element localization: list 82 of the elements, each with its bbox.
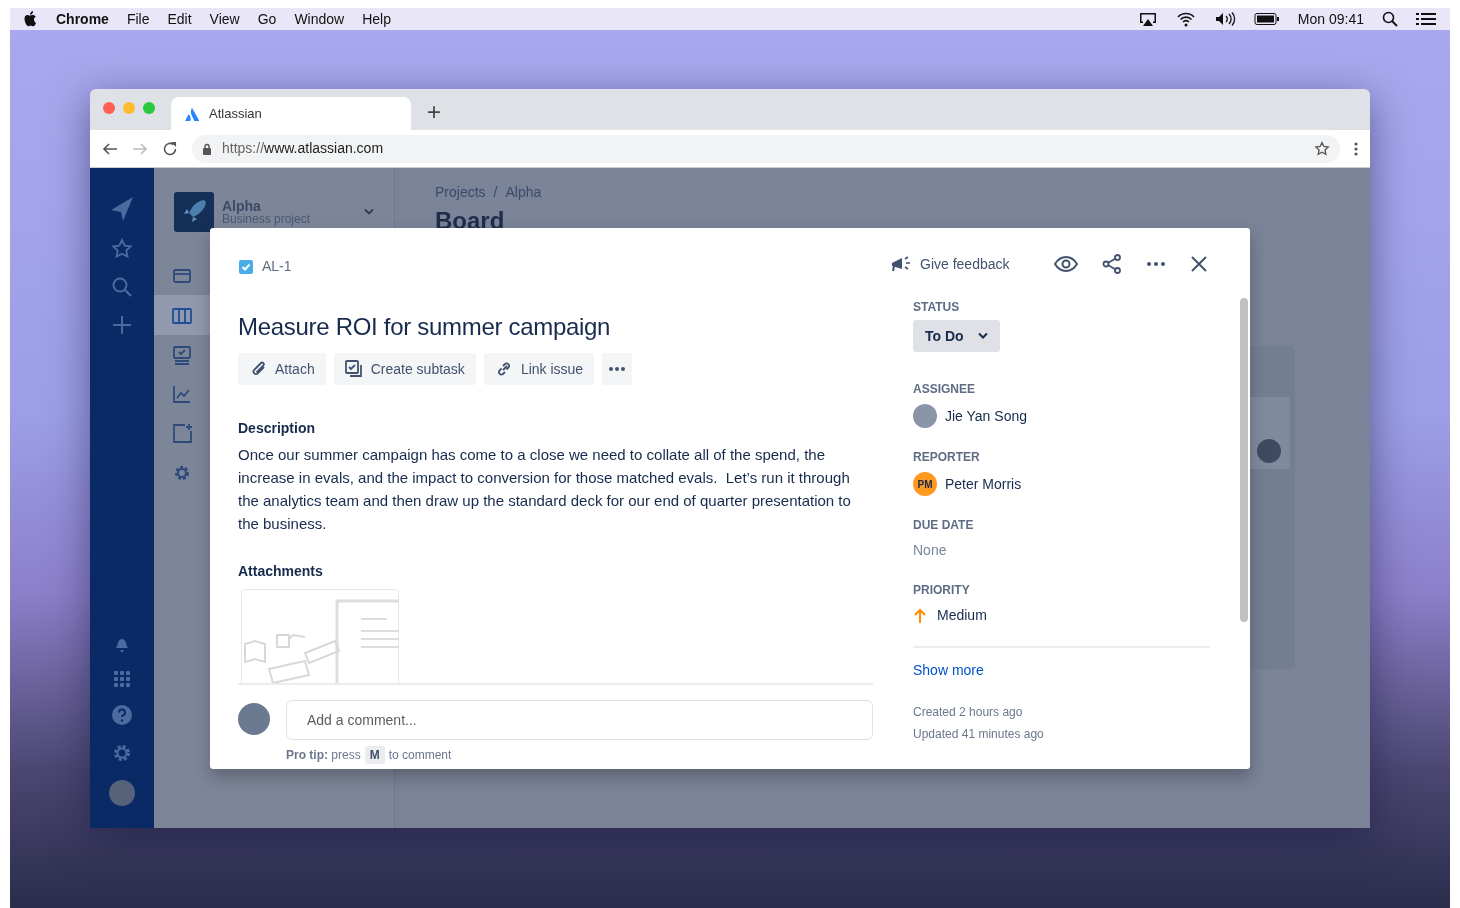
chart-icon <box>172 384 192 405</box>
menu-item[interactable]: View <box>209 8 240 30</box>
more-dots-icon[interactable] <box>1145 261 1166 267</box>
menu-clock[interactable]: Mon 09:41 <box>1297 8 1364 30</box>
description-text: Once our summer campaign has come to a close we need to collate all of the spend, the increase in evals, and the impact to conversion for those matched evals. Let’s run it through the analytics team and then draw up the standard deck for our end of quarter presentation to the business. <box>238 445 852 534</box>
link-button[interactable]: Link issue <box>483 353 595 385</box>
comment-input-field[interactable]: Add a comment... <box>286 700 873 740</box>
lock-icon <box>202 142 212 155</box>
pro-tip-text: Pro tip: press <box>286 747 361 764</box>
subtask-button[interactable]: Create subtask <box>333 353 476 385</box>
url-text: https://www.atlassian.com <box>222 139 384 158</box>
apple-icon <box>24 11 38 27</box>
field-label: ASSIGNEE <box>913 381 976 398</box>
menu-item[interactable]: Go <box>257 8 277 30</box>
chevron-down-icon <box>977 332 988 340</box>
section-heading: Description <box>238 419 316 438</box>
breadcrumb-separator: / <box>493 183 498 202</box>
paperclip-icon <box>249 360 267 378</box>
project-name: Alpha <box>222 199 262 213</box>
updated-text: Updated 41 minutes ago <box>913 726 1045 743</box>
user-avatar <box>238 703 270 735</box>
share-icon[interactable] <box>1101 254 1122 274</box>
show-more-link[interactable]: Show more <box>913 660 984 681</box>
task-checkbox-icon <box>238 258 254 275</box>
priority-value: Medium <box>937 606 987 625</box>
add-page-icon <box>172 423 192 444</box>
new-tab-button[interactable]: + <box>427 100 441 124</box>
wifi-icon[interactable] <box>1175 11 1196 27</box>
subtask-checkbox-icon <box>344 360 363 378</box>
help-icon[interactable] <box>111 704 133 726</box>
issue-title: Measure ROI for summer campaign <box>238 312 612 342</box>
menu-app-name[interactable]: Chrome <box>56 8 109 30</box>
field-value: None <box>913 541 948 560</box>
menu-item[interactable]: Help <box>362 8 391 30</box>
more-actions-button[interactable] <box>602 353 633 385</box>
field-label: REPORTER <box>913 449 981 466</box>
field-label: DUE DATE <box>913 517 975 534</box>
created-text: Created 2 hours ago <box>913 704 1024 721</box>
board-columns-icon <box>172 305 192 326</box>
airplay-icon[interactable] <box>1137 11 1158 27</box>
bookmark-star-icon[interactable] <box>1314 140 1330 157</box>
field-label: STATUS <box>913 299 961 316</box>
more-dots-icon <box>608 366 627 372</box>
settings-gear-icon[interactable] <box>111 742 133 764</box>
monitor-check-icon <box>172 344 192 365</box>
search-icon[interactable] <box>1382 11 1398 27</box>
menu-item[interactable]: Window <box>294 8 345 30</box>
plus-icon[interactable] <box>111 314 133 336</box>
give-feedback-button[interactable]: Give feedback <box>890 253 1010 275</box>
battery-icon[interactable] <box>1253 12 1280 26</box>
star-icon[interactable] <box>111 238 133 260</box>
reload-icon[interactable] <box>162 140 178 157</box>
pro-tip-text: to comment <box>388 747 452 764</box>
scrollbar-thumb[interactable] <box>1240 298 1248 622</box>
close-icon[interactable] <box>1189 255 1208 273</box>
rocket-avatar-icon[interactable] <box>174 192 214 232</box>
keyboard-key: M <box>364 746 385 764</box>
menu-item[interactable]: Edit <box>167 8 192 30</box>
address-bar[interactable]: https://www.atlassian.com <box>192 134 1340 163</box>
browser-tab[interactable]: Atlassian <box>171 97 411 130</box>
section-heading: Attachments <box>238 562 324 581</box>
eye-icon[interactable] <box>1053 255 1078 273</box>
chevron-down-icon[interactable] <box>364 208 374 216</box>
menu-list-icon[interactable] <box>1416 12 1436 26</box>
user-name[interactable]: Peter Morris <box>945 473 1022 495</box>
tab-title: Atlassian <box>209 104 262 123</box>
user-name[interactable]: Jie Yan Song <box>945 405 1027 427</box>
back-arrow-icon[interactable] <box>102 140 118 157</box>
triangle-logo-icon <box>185 106 199 121</box>
volume-icon[interactable] <box>1213 11 1236 27</box>
field-label: PRIORITY <box>913 582 971 599</box>
status-dropdown[interactable]: To Do <box>913 320 1000 352</box>
paper-plane-logo-icon[interactable] <box>109 196 135 222</box>
app-grid-icon[interactable] <box>113 670 131 688</box>
user-avatar: PM <box>913 472 937 496</box>
user-avatar <box>913 404 937 428</box>
attach-button[interactable]: Attach <box>238 353 326 385</box>
menu-item[interactable]: File <box>126 8 150 30</box>
kebab-menu-icon[interactable] <box>1354 140 1358 157</box>
arrow-up-icon <box>913 607 927 624</box>
issue-key-link[interactable]: AL-1 <box>262 256 292 277</box>
megaphone-icon <box>890 254 912 274</box>
